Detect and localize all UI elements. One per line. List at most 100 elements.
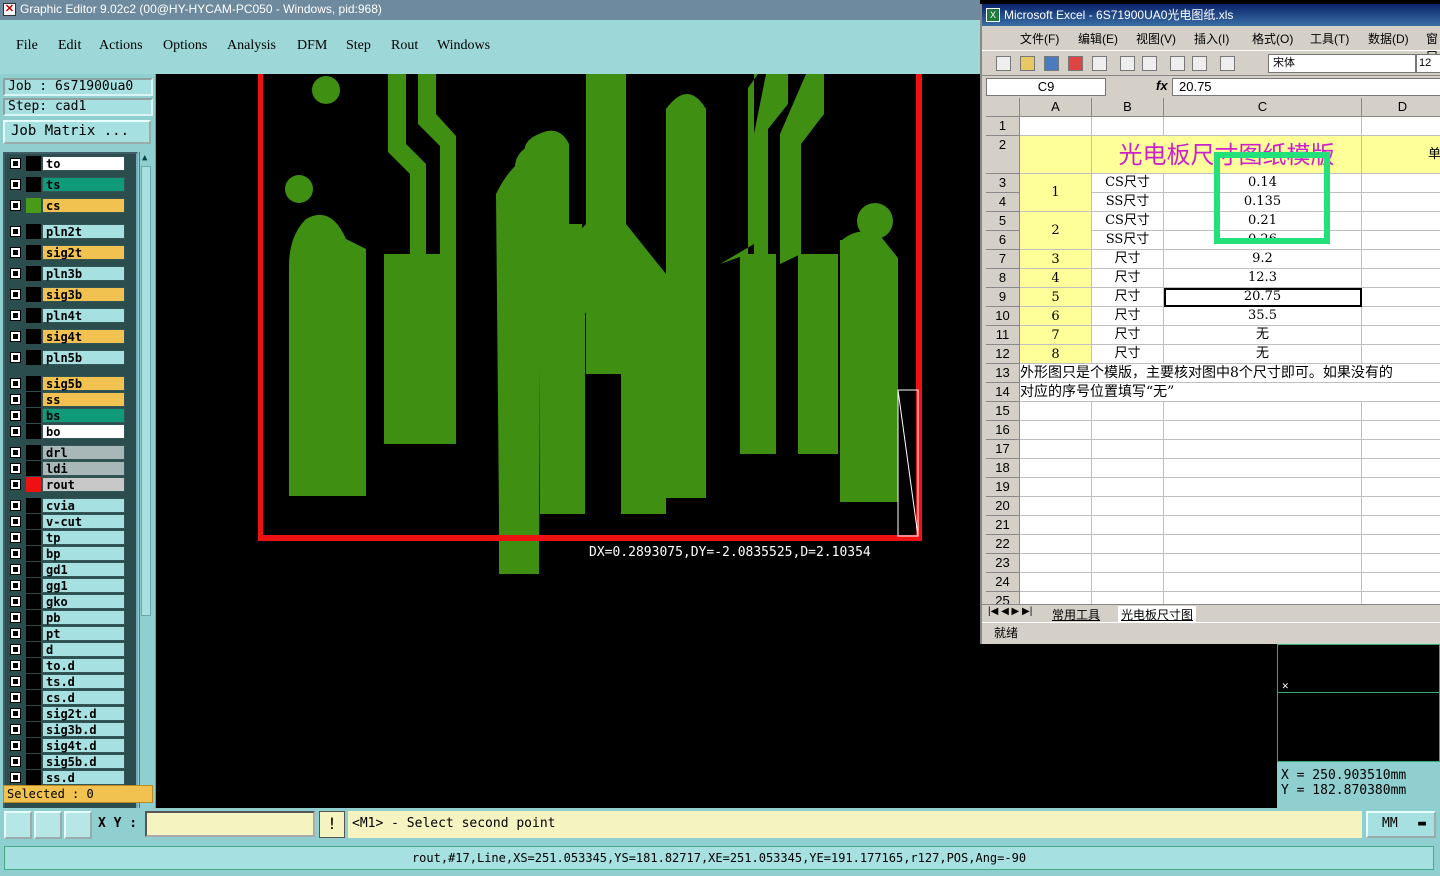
layer-checkbox[interactable] (10, 580, 21, 591)
layer-checkbox[interactable] (10, 200, 21, 211)
row-header-6[interactable]: 6 (986, 231, 1020, 250)
layer-name[interactable]: sig3b (42, 287, 125, 302)
row-header-2[interactable]: 2 (986, 136, 1020, 174)
layer-color-swatch[interactable] (26, 287, 41, 302)
cell[interactable] (1092, 440, 1164, 459)
permission-icon[interactable] (1068, 56, 1083, 71)
item-label[interactable]: 尺寸 (1092, 288, 1164, 307)
info-button[interactable]: ! (319, 811, 345, 838)
layer-checkbox[interactable] (10, 564, 21, 575)
cell[interactable] (1362, 250, 1440, 269)
cell[interactable] (1362, 573, 1440, 592)
cell[interactable] (1092, 478, 1164, 497)
item-number[interactable]: 4 (1020, 269, 1092, 288)
layer-name[interactable]: cs (42, 198, 125, 213)
cell[interactable] (1362, 478, 1440, 497)
layer-checkbox[interactable] (10, 772, 21, 783)
cell[interactable] (1020, 440, 1092, 459)
job-matrix-button[interactable]: Job Matrix ... (3, 120, 151, 144)
row-header-15[interactable]: 15 (986, 402, 1020, 421)
layer-color-swatch[interactable] (26, 308, 41, 323)
layer-row-ldi[interactable]: ldi (7, 461, 127, 476)
row-header-17[interactable]: 17 (986, 440, 1020, 459)
layer-checkbox[interactable] (10, 596, 21, 607)
layer-row-rout[interactable]: rout (7, 477, 127, 492)
layer-checkbox[interactable] (10, 247, 21, 258)
layer-name[interactable]: bp (42, 546, 125, 561)
cell[interactable] (1020, 497, 1092, 516)
cell[interactable] (1020, 573, 1092, 592)
layer-checkbox[interactable] (10, 394, 21, 405)
menu-edit[interactable]: Edit (58, 38, 81, 54)
cell[interactable] (1020, 535, 1092, 554)
new-file-icon[interactable] (996, 56, 1011, 71)
layer-checkbox[interactable] (10, 740, 21, 751)
cell[interactable] (1362, 117, 1440, 136)
layer-color-swatch[interactable] (26, 722, 41, 737)
layer-name[interactable]: pln3b (42, 266, 125, 281)
research-icon[interactable] (1192, 56, 1207, 71)
layer-color-swatch[interactable] (26, 562, 41, 577)
layer-row-sig3b[interactable]: sig3b (7, 287, 127, 302)
item-value[interactable]: 无 (1164, 326, 1362, 345)
cell[interactable] (1164, 516, 1362, 535)
row-header-8[interactable]: 8 (986, 269, 1020, 288)
tab-scroll-icons[interactable]: |◀ ◀ ▶ ▶| (988, 606, 1032, 617)
layer-color-swatch[interactable] (26, 498, 41, 513)
excel-menu-item[interactable]: 视图(V) (1136, 30, 1176, 47)
print-preview-icon[interactable] (1142, 56, 1157, 71)
layer-name[interactable]: v-cut (42, 514, 125, 529)
layer-color-swatch[interactable] (26, 177, 41, 192)
layer-name[interactable]: to (42, 156, 125, 171)
cell[interactable] (1092, 573, 1164, 592)
layer-row-ss-d[interactable]: ss.d (7, 770, 127, 785)
layer-name[interactable]: bs (42, 408, 125, 423)
layer-row-cs[interactable]: cs (7, 198, 127, 213)
cell[interactable] (1362, 497, 1440, 516)
print-icon[interactable] (1120, 56, 1135, 71)
layer-color-swatch[interactable] (26, 594, 41, 609)
item-value[interactable]: 12.3 (1164, 269, 1362, 288)
cell[interactable] (1092, 459, 1164, 478)
layer-row-pln2t[interactable]: pln2t (7, 224, 127, 239)
layer-row-pb[interactable]: pb (7, 610, 127, 625)
layer-name[interactable]: bo (42, 424, 125, 439)
layer-color-swatch[interactable] (26, 754, 41, 769)
row-header-11[interactable]: 11 (986, 326, 1020, 345)
row-header-19[interactable]: 19 (986, 478, 1020, 497)
excel-menu-item[interactable]: 工具(T) (1310, 30, 1349, 47)
layer-name[interactable]: pln4t (42, 308, 125, 323)
font-name-select[interactable]: 宋体 (1268, 54, 1416, 73)
layer-color-swatch[interactable] (26, 445, 41, 460)
layer-color-swatch[interactable] (26, 626, 41, 641)
layer-row-to[interactable]: to (7, 156, 127, 171)
layer-name[interactable]: gd1 (42, 562, 125, 577)
graphic-canvas[interactable]: DX=0.2893075,DY=-2.0835525,D=2.10354 (156, 74, 980, 808)
layer-checkbox[interactable] (10, 426, 21, 437)
menu-step[interactable]: Step (346, 38, 371, 54)
cell[interactable] (1164, 421, 1362, 440)
row-header-7[interactable]: 7 (986, 250, 1020, 269)
cell[interactable] (1362, 212, 1440, 231)
column-header-a[interactable]: A (1020, 98, 1092, 117)
layer-row-bp[interactable]: bp (7, 546, 127, 561)
item-number[interactable]: 6 (1020, 307, 1092, 326)
layer-color-swatch[interactable] (26, 674, 41, 689)
layer-checkbox[interactable] (10, 158, 21, 169)
cell[interactable] (1092, 402, 1164, 421)
cell[interactable] (1362, 193, 1440, 212)
layer-color-swatch[interactable] (26, 706, 41, 721)
layer-checkbox[interactable] (10, 289, 21, 300)
cell[interactable] (1362, 231, 1440, 250)
item-value[interactable]: 20.75 (1164, 288, 1362, 307)
layer-name[interactable]: pln2t (42, 224, 125, 239)
cell[interactable] (1164, 592, 1362, 604)
layer-row-sig4t-d[interactable]: sig4t.d (7, 738, 127, 753)
item-label[interactable]: 尺寸 (1092, 345, 1164, 364)
layer-name[interactable]: ts.d (42, 674, 125, 689)
layer-checkbox[interactable] (10, 500, 21, 511)
row-header-9[interactable]: 9 (986, 288, 1020, 307)
layer-row-pln4t[interactable]: pln4t (7, 308, 127, 323)
layer-color-swatch[interactable] (26, 461, 41, 476)
excel-menu-item[interactable]: 文件(F) (1020, 30, 1059, 47)
